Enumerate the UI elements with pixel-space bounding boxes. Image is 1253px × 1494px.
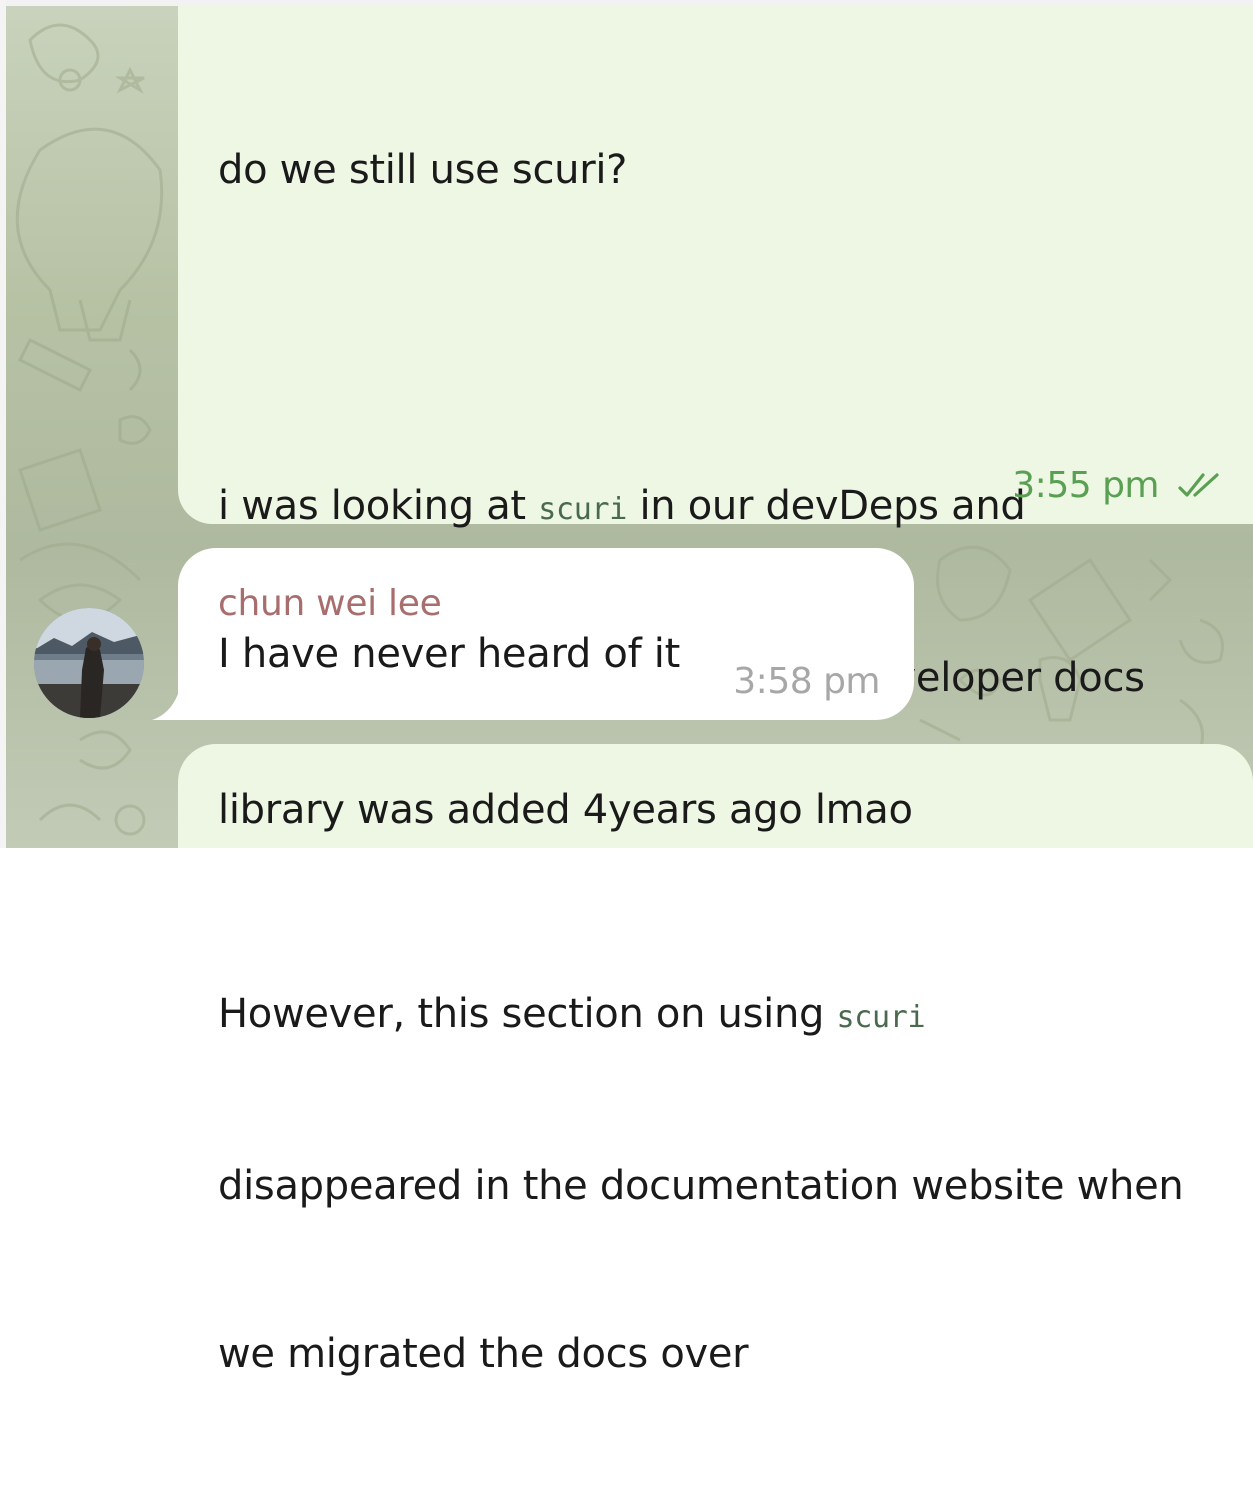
sender-name[interactable]: chun wei lee [218,580,874,628]
message-line: ​ [218,310,1213,366]
message-line: do we still use scuri? [218,147,628,193]
message-time: 3:55 pm [1012,465,1159,506]
avatar[interactable] [34,608,144,718]
avatar-photo [34,608,144,718]
message-line: disappeared in the documentation website… [218,1163,1184,1209]
inline-code: scuri [836,1000,926,1035]
message-time: 3:58 pm [733,661,880,702]
message-line: However, this section on using scuri [218,991,926,1037]
left-edge [0,0,6,848]
message-line: we migrated the docs over [218,1331,749,1377]
outgoing-message[interactable]: library was added 4years ago lmao [178,744,1253,848]
incoming-message[interactable]: chun wei lee I have never heard of it 3:… [178,548,914,720]
message-text: library was added 4years ago lmao [218,787,913,833]
outgoing-message[interactable]: do we still use scuri? ​ i was looking a… [178,6,1253,1377]
message-meta: 3:55 pm [1012,465,1223,506]
inline-code: scuri [538,492,628,527]
double-check-icon [1178,472,1219,497]
